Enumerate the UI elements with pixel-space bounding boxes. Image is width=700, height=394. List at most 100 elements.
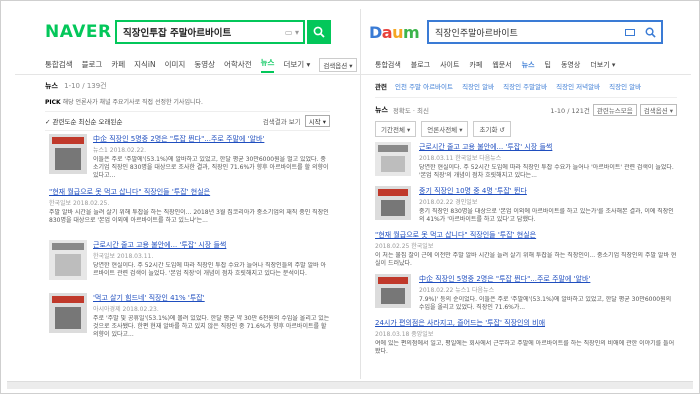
tab-news[interactable]: 뉴스 — [522, 60, 535, 70]
naver-tab-bar: 통합검색 블로그 카페 지식iN 이미지 동영상 어학사전 뉴스 더보기 ▾ 검… — [15, 55, 360, 75]
search-options-button[interactable]: 검색옵션 ▾ — [639, 104, 677, 116]
news-summary: 7.9%)' 등의 순이었다. 이들은 주로 '주말에'(53.1%)에 알바하… — [419, 296, 672, 311]
sort-options[interactable]: ✓ 관련도순 최신순 오래된순 — [45, 116, 122, 126]
news-title[interactable]: 근로시간 줄고 고용 불안에... '투잡' 시장 들썩 — [419, 142, 677, 152]
news-result: 中企 직장인 5명중 2명은 "투잡 뛴다"...주로 주말에 '알바' 201… — [375, 274, 677, 313]
news-meta: 뉴스1 2018.02.22. — [93, 147, 147, 154]
news-summary: 이 처는 불집 잘이 근에 이전만 주말 알바 시간을 늘려 살기 위해 투잡을… — [375, 252, 677, 267]
tab-video[interactable]: 동영상 — [194, 59, 215, 70]
news-meta: 2018.03.18 중앙일보 — [375, 331, 434, 338]
tab-tip[interactable]: 팁 — [545, 60, 551, 70]
daum-panel: Daum 직장인주말아르바이트 통합검색 블로그 사이트 카페 웹문서 뉴스 팁… — [361, 9, 691, 379]
press-filter[interactable]: 언론사전체 ▾ — [421, 121, 469, 137]
news-thumbnail[interactable] — [375, 274, 411, 308]
section-title: 뉴스 — [375, 106, 388, 114]
related-news-button[interactable]: 관련뉴스모음 — [592, 104, 637, 116]
keyboard-icon[interactable]: ▭ ▾ — [285, 28, 299, 37]
news-title[interactable]: "현재 월급으로 못 먹고 삽니다" 직장인들 '투잡' 현실은 — [49, 187, 330, 197]
news-title[interactable]: '먹고 살기 힘드네' 직장인 41% '투잡' — [93, 293, 330, 303]
naver-search-box[interactable]: 직장인투잡 주말아르바이트 ▭ ▾ — [115, 20, 305, 44]
news-title[interactable]: 中企 직장인 5명중 2명은 "투잡 뛴다"...주로 주말에 '알바' — [419, 274, 677, 284]
related-link[interactable]: 인천 주말 아르바이트 — [395, 83, 453, 91]
news-title[interactable]: 근로시간 줄고 고용 불안에... '투잡' 시장 들썩 — [93, 240, 330, 250]
news-summary: 중기 직장인 830명을 대상으로 '본업 이외에 아르바이트를 하고 있는가'… — [419, 208, 674, 223]
daum-search-button[interactable] — [639, 22, 661, 42]
result-count: 1-10 / 121건 — [550, 107, 590, 115]
sort-bar: ✓ 관련도순 최신순 오래된순 검색결과 보기 시작 ▾ — [45, 111, 330, 131]
news-thumbnail[interactable] — [375, 142, 411, 176]
news-meta: 2018.02.22 경인일보 — [419, 199, 478, 206]
daum-header: Daum 직장인주말아르바이트 — [361, 9, 691, 55]
news-meta: 아시아경제 2018.02.23. — [93, 306, 159, 313]
news-summary: 여에 있는 편의점에서 일고, 평일에는 회사에서 근무하고 주말에 아르바이트… — [375, 340, 675, 355]
news-section-header: 뉴스 정확도 · 최신 1-10 / 121건 관련뉴스모음 검색옵션 ▾ — [375, 97, 677, 116]
news-title[interactable]: 24시가 편의점은 사라지고, 즐어드는 '투잡' 직장인의 비애 — [375, 318, 677, 328]
filter-bar: 기간전체 ▾ 언론사전체 ▾ 초기화 ↺ — [375, 121, 677, 137]
news-result: 中企 직장인 5명중 2명은 "투잡 뛴다"...주로 주말에 '알바' 뉴스1… — [49, 134, 330, 181]
tab-more[interactable]: 더보기 ▾ — [590, 60, 615, 70]
tab-cafe[interactable]: 카페 — [111, 59, 125, 70]
news-thumbnail[interactable] — [375, 186, 411, 220]
news-summary: 이들은 주로 '주말에'(53.1%)에 알바하고 있었고, 한달 평균 30만… — [93, 156, 329, 179]
tab-video[interactable]: 동영상 — [561, 60, 580, 70]
tab-cafe[interactable]: 카페 — [469, 60, 482, 70]
pick-notice: PICK 해당 언론사가 채널 주요기사로 직접 선정한 기사입니다. — [45, 97, 330, 106]
sort-options[interactable]: 정확도 · 최신 — [393, 105, 429, 115]
tab-more[interactable]: 더보기 ▾ — [283, 59, 310, 70]
view-options[interactable]: 검색결과 보기 — [263, 116, 301, 126]
related-link[interactable]: 직장인 알바 — [462, 83, 494, 91]
news-title[interactable]: 중기 직장인 10명 중 4명 '투잡' 뛴다 — [419, 186, 677, 196]
tab-site[interactable]: 사이트 — [440, 60, 459, 70]
daum-search-box[interactable]: 직장인주말아르바이트 — [427, 20, 663, 44]
reset-filter-button[interactable]: 초기화 ↺ — [473, 121, 511, 137]
tab-integrated[interactable]: 통합검색 — [45, 59, 73, 70]
period-filter[interactable]: 기간전체 ▾ — [375, 121, 417, 137]
pick-text: 해당 언론사가 채널 주요기사로 직접 선정한 기사입니다. — [62, 99, 203, 106]
tab-web[interactable]: 웹문서 — [492, 60, 511, 70]
news-result: "현재 월급으로 못 먹고 삽니다" 직장인들 '투잡' 현실은 한국일보 20… — [49, 187, 330, 234]
tab-integrated[interactable]: 통합검색 — [375, 60, 401, 70]
section-title: 뉴스 — [45, 82, 58, 90]
related-link[interactable]: 직장인 저녁알바 — [556, 83, 600, 91]
naver-search-input[interactable]: 직장인투잡 주말아르바이트 — [123, 25, 285, 39]
keyboard-icon[interactable] — [625, 28, 635, 36]
related-link[interactable]: 직장인 주말알바 — [503, 83, 547, 91]
news-title[interactable]: "현재 월급으로 못 먹고 삽니다" 직장인들 '투잡' 현실은 — [375, 230, 677, 240]
naver-header: NAVER 직장인투잡 주말아르바이트 ▭ ▾ — [15, 9, 360, 55]
logo-letter: u — [392, 22, 403, 42]
daum-result-list: 근로시간 줄고 고용 불안에... '투잡' 시장 들썩 2018.03.11 … — [361, 137, 691, 357]
logo-letter: D — [369, 22, 382, 42]
daum-search-input[interactable]: 직장인주말아르바이트 — [435, 26, 625, 39]
related-link[interactable]: 직장인 알바 — [609, 83, 641, 91]
tab-blog[interactable]: 블로그 — [82, 59, 103, 70]
news-result: "현재 월급으로 못 먹고 삽니다" 직장인들 '투잡' 현실은 2018.02… — [375, 230, 677, 269]
tab-dictionary[interactable]: 어학사전 — [224, 59, 252, 70]
news-result: 24시가 편의점은 사라지고, 즐어드는 '투잡' 직장인의 비애 2018.0… — [375, 318, 677, 357]
logo-letter: m — [402, 22, 420, 42]
news-summary: 주로 '주말 및 공휴일'(53.1%)에 몰려 있었다. 한달 평균 약 30… — [93, 315, 330, 338]
naver-logo[interactable]: NAVER — [45, 22, 115, 42]
tab-kin[interactable]: 지식iN — [134, 59, 156, 70]
daum-logo[interactable]: Daum — [369, 23, 427, 42]
news-meta: 한국일보 2018.02.25. — [49, 200, 110, 207]
news-title[interactable]: 中企 직장인 5명중 2명은 "투잡 뛴다"...주로 주말에 '알바' — [93, 134, 330, 144]
search-options-button[interactable]: 검색옵션 ▾ — [319, 57, 357, 72]
search-icon — [313, 26, 325, 38]
tab-image[interactable]: 이미지 — [165, 59, 186, 70]
related-searches: 관련 인천 주말 아르바이트 직장인 알바 직장인 주말알바 직장인 저녁알바 … — [361, 75, 691, 91]
news-thumbnail[interactable] — [49, 240, 87, 280]
tab-blog[interactable]: 블로그 — [411, 60, 430, 70]
news-summary: 당연한 현실이다. 주 52시간 도입에 따라 직장인 투잡 수요가 늘어나 '… — [419, 164, 674, 179]
tab-news[interactable]: 뉴스 — [260, 57, 275, 73]
result-count: 1-10 / 139건 — [64, 82, 107, 90]
news-thumbnail[interactable] — [49, 134, 87, 174]
news-result: '먹고 살기 힘드네' 직장인 41% '투잡' 아시아경제 2018.02.2… — [49, 293, 330, 340]
news-meta: 2018.03.11 한국일보 다음뉴스 — [419, 155, 502, 162]
news-summary: 당연한 현실이다. 주 52시간 도입에 따라 직장인 투잡 수요가 늘어나 직… — [93, 262, 327, 277]
view-select[interactable]: 시작 ▾ — [304, 115, 330, 127]
news-summary: 주말 알바 시간을 늘려 살기 위해 투잡을 하는 직장인이... 2018년 … — [49, 209, 329, 224]
news-thumbnail[interactable] — [49, 293, 87, 333]
naver-search-button[interactable] — [307, 20, 331, 44]
related-label: 관련 — [375, 83, 387, 91]
bottom-edge-shadow — [7, 381, 693, 389]
